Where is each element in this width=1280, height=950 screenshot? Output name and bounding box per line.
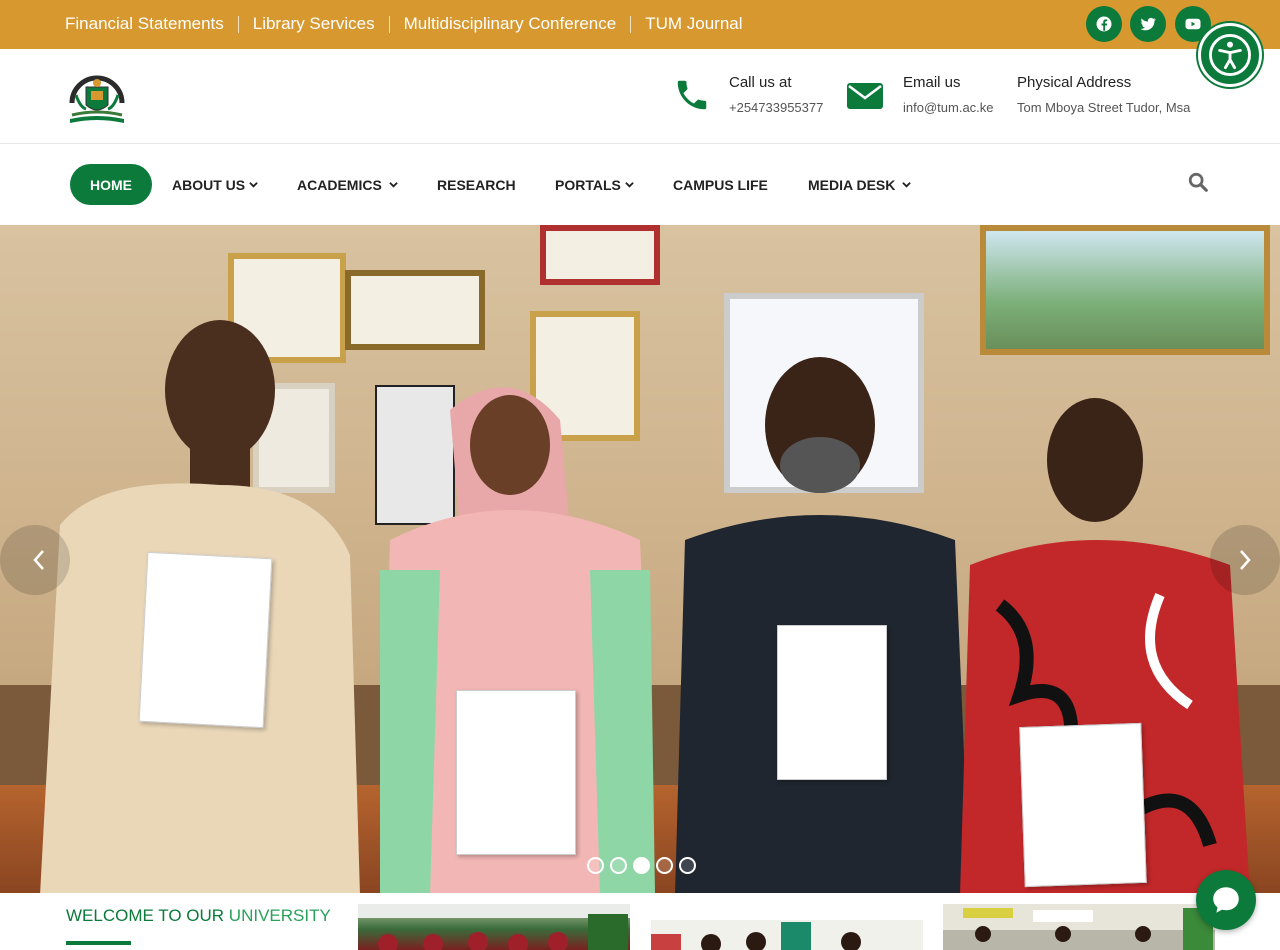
email-label: Email us	[903, 74, 961, 91]
search-icon[interactable]	[1187, 171, 1209, 193]
call-label: Call us at	[729, 74, 792, 91]
chevron-down-icon	[902, 182, 912, 188]
slider-dot-2[interactable]	[610, 857, 627, 874]
document	[777, 625, 887, 780]
person-3	[675, 357, 970, 893]
top-bar: Financial Statements Library Services Mu…	[0, 0, 1280, 49]
divider	[237, 15, 239, 33]
top-link-tum-journal[interactable]: TUM Journal	[645, 14, 742, 34]
welcome-prefix: WELCOME TO OUR	[66, 906, 225, 925]
document	[1019, 722, 1147, 888]
slider-dot-4[interactable]	[656, 857, 673, 874]
chat-button[interactable]	[1196, 870, 1256, 930]
address-value: Tom Mboya Street Tudor, Msa	[1017, 100, 1191, 115]
news-image	[651, 904, 923, 950]
slider-dot-1[interactable]	[587, 857, 604, 874]
news-image	[358, 904, 630, 950]
phone-icon	[677, 80, 707, 110]
chevron-down-icon	[389, 182, 398, 188]
accessibility-button[interactable]	[1198, 23, 1262, 87]
address-label: Physical Address	[1017, 74, 1132, 91]
welcome-accent: UNIVERSITY	[228, 906, 331, 925]
nav-portals[interactable]: PORTALS	[555, 164, 634, 205]
email-icon	[847, 83, 883, 109]
chat-icon	[1213, 887, 1239, 913]
nav-home[interactable]: HOME	[70, 164, 152, 205]
wall-frame	[540, 225, 660, 285]
nav-campus-life[interactable]: CAMPUS LIFE	[673, 164, 768, 205]
chevron-down-icon	[249, 182, 258, 188]
nav-media-desk[interactable]: MEDIA DESK	[808, 164, 912, 205]
nav-about-label: ABOUT US	[172, 176, 246, 193]
news-thumbnail-3[interactable]	[943, 904, 1215, 950]
nav-academics[interactable]: ACADEMICS	[297, 164, 398, 205]
welcome-heading: WELCOME TO OUR UNIVERSITY	[66, 906, 331, 926]
nav-about-us[interactable]: ABOUT US	[172, 164, 258, 205]
divider	[630, 15, 632, 33]
welcome-underline	[66, 941, 131, 945]
top-links: Financial Statements Library Services Mu…	[65, 14, 743, 34]
nav-research-label: RESEARCH	[437, 176, 516, 193]
nav-portals-label: PORTALS	[555, 176, 621, 193]
document	[456, 690, 576, 855]
nav-home-label: HOME	[90, 176, 132, 193]
slider-dot-3[interactable]	[633, 857, 650, 874]
call-value[interactable]: +254733955377	[729, 100, 823, 115]
slider-next-button[interactable]	[1210, 525, 1280, 595]
news-thumbnail-2[interactable]	[651, 904, 923, 950]
chevron-right-icon	[1240, 550, 1251, 570]
top-link-financial-statements[interactable]: Financial Statements	[65, 14, 224, 34]
document	[138, 551, 273, 729]
nav-research[interactable]: RESEARCH	[437, 164, 516, 205]
chevron-down-icon	[625, 182, 634, 188]
top-link-library-services[interactable]: Library Services	[253, 14, 375, 34]
slider-prev-button[interactable]	[0, 525, 70, 595]
twitter-icon[interactable]	[1130, 6, 1166, 42]
main-nav: HOME ABOUT US ACADEMICS RESEARCH PORTALS…	[0, 145, 1280, 225]
news-thumbnail-1[interactable]	[358, 904, 630, 950]
divider	[388, 15, 390, 33]
slider-dot-5[interactable]	[679, 857, 696, 874]
nav-media-label: MEDIA DESK	[808, 176, 896, 193]
nav-academics-label: ACADEMICS	[297, 176, 382, 193]
university-logo[interactable]	[66, 69, 128, 125]
wall-painting	[980, 225, 1270, 355]
news-image	[943, 908, 1215, 950]
accessibility-icon	[1209, 34, 1251, 76]
wall-frame	[345, 270, 485, 350]
chevron-left-icon	[33, 550, 44, 570]
nav-campus-label: CAMPUS LIFE	[673, 176, 768, 193]
hero-slider	[0, 225, 1280, 893]
slider-dots	[587, 857, 696, 874]
top-link-multidisciplinary-conference[interactable]: Multidisciplinary Conference	[404, 14, 617, 34]
facebook-icon[interactable]	[1086, 6, 1122, 42]
email-value[interactable]: info@tum.ac.ke	[903, 100, 994, 115]
header: Call us at +254733955377 Email us info@t…	[0, 49, 1280, 144]
